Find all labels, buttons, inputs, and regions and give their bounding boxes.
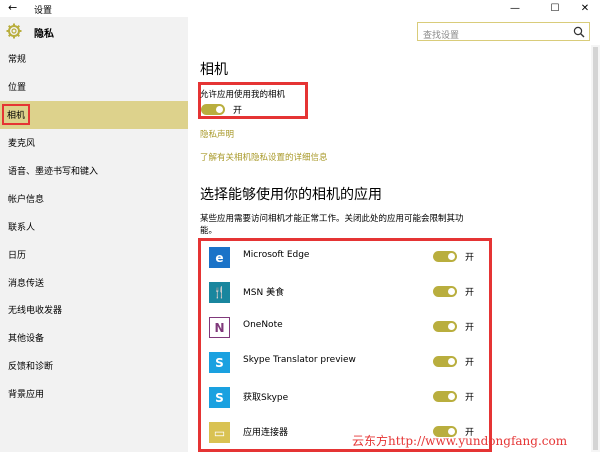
gear-icon <box>6 23 22 39</box>
app-toggle-microsoft-edge[interactable] <box>433 251 457 262</box>
camera-permission-toggle[interactable] <box>201 104 225 115</box>
search-input[interactable] <box>418 27 568 45</box>
search-icon[interactable] <box>573 26 585 38</box>
skype-translator-icon: S <box>209 352 230 373</box>
sidebar-item-general[interactable]: 常规 <box>0 45 188 73</box>
section-title-camera: 相机 <box>200 62 228 78</box>
app-state: 开 <box>465 288 475 298</box>
sidebar-item-label: 联系人 <box>8 222 36 233</box>
sidebar-item-label: 麦克风 <box>8 139 36 150</box>
camera-privacy-info-link[interactable]: 了解有关相机隐私设置的详细信息 <box>200 151 328 163</box>
msn-food-icon: 🍴 <box>209 282 230 303</box>
sidebar-item-label: 日历 <box>8 250 27 261</box>
close-button[interactable]: ✕ <box>570 0 600 17</box>
sidebar-item-label: 位置 <box>8 83 27 94</box>
sidebar-item-label: 无线电收发器 <box>8 306 63 317</box>
sidebar-item-location[interactable]: 位置 <box>0 73 188 101</box>
sidebar-item-label: 反馈和诊断 <box>8 362 54 373</box>
app-state: 开 <box>465 393 475 403</box>
sidebar-item-speech-inking-typing[interactable]: 语音、墨迹书写和键入 <box>0 157 188 185</box>
app-name: MSN 美食 <box>243 288 285 298</box>
app-name: OneNote <box>243 320 283 330</box>
edge-icon: e <box>209 247 230 268</box>
app-row-skype-translator: S Skype Translator preview 开 <box>201 349 491 379</box>
sidebar-item-label: 背景应用 <box>8 390 45 401</box>
app-name: Skype Translator preview <box>243 355 356 365</box>
sidebar-item-radios[interactable]: 无线电收发器 <box>0 296 188 324</box>
app-list: e Microsoft Edge 开 🍴 MSN 美食 开 N OneNote … <box>198 238 492 452</box>
app-row-microsoft-edge: e Microsoft Edge 开 <box>201 244 491 274</box>
sidebar-item-label: 帐户信息 <box>8 194 45 205</box>
permission-label: 允许应用使用我的相机 <box>200 90 286 100</box>
permission-state: 开 <box>233 106 243 116</box>
minimize-button[interactable]: — <box>500 0 530 17</box>
back-arrow-icon[interactable]: ← <box>8 1 22 15</box>
app-row-msn-food: 🍴 MSN 美食 开 <box>201 279 491 309</box>
app-toggle-onenote[interactable] <box>433 321 457 332</box>
header: 隐私 <box>0 17 600 45</box>
sidebar-item-label: 语音、墨迹书写和键入 <box>8 167 99 177</box>
page-title: 隐私 <box>34 29 54 40</box>
app-toggle-msn-food[interactable] <box>433 286 457 297</box>
apps-description: 某些应用需要访问相机才能正常工作。关闭此处的应用可能会限制其功能。 <box>200 214 464 236</box>
sidebar-item-feedback-diagnostics[interactable]: 反馈和诊断 <box>0 352 188 380</box>
sidebar-item-camera[interactable]: 相机 <box>0 100 188 129</box>
sidebar-item-label: 相机 <box>2 104 31 126</box>
app-state: 开 <box>465 253 475 263</box>
sidebar-nav: 常规 位置 相机 麦克风 语音、墨迹书写和键入 帐户信息 联系人 日历 消息传送… <box>0 45 188 408</box>
sidebar-item-label: 其他设备 <box>8 334 45 345</box>
app-state: 开 <box>465 323 475 333</box>
app-state: 开 <box>465 358 475 368</box>
skype-icon: S <box>209 387 230 408</box>
app-connector-icon: ▭ <box>209 422 230 443</box>
app-name: 获取Skype <box>243 393 289 403</box>
maximize-button[interactable]: ☐ <box>540 0 570 17</box>
scrollbar-thumb[interactable] <box>593 47 598 450</box>
app-row-get-skype: S 获取Skype 开 <box>201 384 491 414</box>
title-bar: ← 设置 — ☐ ✕ <box>0 0 600 17</box>
sidebar-item-microphone[interactable]: 麦克风 <box>0 129 188 157</box>
section-title-apps: 选择能够使用你的相机的应用 <box>200 187 382 203</box>
sidebar-item-label: 消息传送 <box>8 278 45 289</box>
sidebar-item-calendar[interactable]: 日历 <box>0 240 188 268</box>
app-name: 应用连接器 <box>243 428 289 438</box>
sidebar-item-other-devices[interactable]: 其他设备 <box>0 324 188 352</box>
onenote-icon: N <box>209 317 230 338</box>
privacy-statement-link[interactable]: 隐私声明 <box>200 128 234 140</box>
scrollbar[interactable] <box>591 45 600 452</box>
watermark: 云东方http://www.yundongfang.com <box>352 434 568 448</box>
app-name: Microsoft Edge <box>243 250 310 260</box>
app-toggle-get-skype[interactable] <box>433 391 457 402</box>
sidebar-item-label: 常规 <box>8 55 27 66</box>
sidebar-item-background-apps[interactable]: 背景应用 <box>0 380 188 408</box>
main-content: 相机 允许应用使用我的相机 开 隐私声明 了解有关相机隐私设置的详细信息 选择能… <box>188 45 600 452</box>
app-row-onenote: N OneNote 开 <box>201 314 491 344</box>
window-title: 设置 <box>34 6 53 16</box>
sidebar-item-account-info[interactable]: 帐户信息 <box>0 184 188 212</box>
app-toggle-skype-translator[interactable] <box>433 356 457 367</box>
sidebar-item-contacts[interactable]: 联系人 <box>0 212 188 240</box>
sidebar-item-messaging[interactable]: 消息传送 <box>0 268 188 296</box>
search-box[interactable] <box>417 22 590 45</box>
